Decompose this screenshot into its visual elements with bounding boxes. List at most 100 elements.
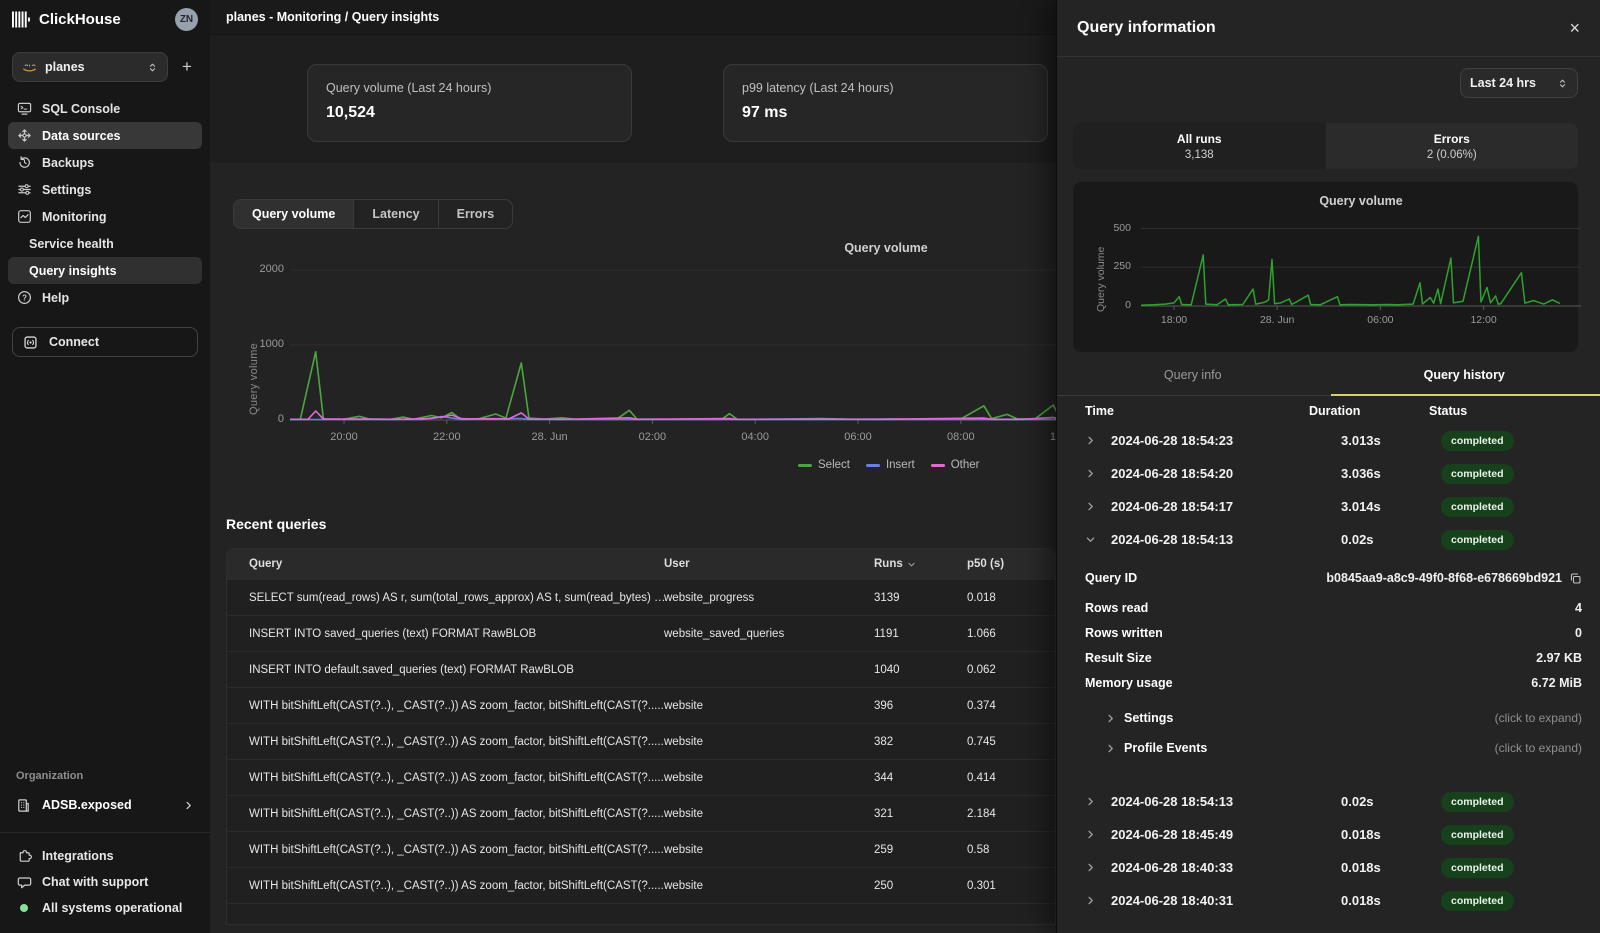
table-row[interactable]: WITH bitShiftLeft(CAST(?..), _CAST(?..))…: [227, 867, 1055, 903]
history-time: 2024-06-28 18:54:23: [1111, 433, 1341, 448]
footer-item-label: Integrations: [42, 849, 114, 863]
footer-item-chat-with-support[interactable]: Chat with support: [0, 869, 210, 895]
tab-latency[interactable]: Latency: [353, 200, 437, 228]
legend-swatch: [798, 464, 812, 467]
legend-item-insert[interactable]: Insert: [866, 459, 915, 471]
history-row[interactable]: 2024-06-28 18:40:330.018scompleted: [1057, 851, 1600, 884]
chevron-right-icon: [1105, 743, 1116, 754]
stat-value: 10,524: [326, 104, 613, 122]
col-duration: Duration: [1309, 404, 1429, 418]
history-time: 2024-06-28 18:40:33: [1111, 860, 1341, 875]
sidebar-item-sql-console[interactable]: SQL Console: [8, 95, 202, 122]
detail-field-result-size: Result Size2.97 KB: [1057, 645, 1600, 670]
table-row[interactable]: WITH bitShiftLeft(CAST(?..), _CAST(?..))…: [227, 795, 1055, 831]
add-service-button[interactable]: +: [176, 57, 198, 77]
history-duration: 0.018s: [1341, 827, 1441, 842]
chevron-right-icon: [1085, 796, 1111, 807]
sidebar-item-monitoring[interactable]: Monitoring: [8, 203, 202, 230]
sidebar-item-settings[interactable]: Settings: [8, 176, 202, 203]
copy-icon[interactable]: [1569, 572, 1582, 585]
chevron-right-icon: [1085, 862, 1111, 873]
history-row[interactable]: 2024-06-28 18:54:130.02scompleted: [1057, 523, 1600, 556]
detail-label: Result Size: [1085, 651, 1152, 665]
table-row[interactable]: WITH bitShiftLeft(CAST(?..), _CAST(?..))…: [227, 759, 1055, 795]
x-tick-label: 18:00: [1144, 314, 1204, 326]
col-p50[interactable]: p50 (s): [967, 558, 1055, 570]
expandable-profile-events[interactable]: Profile Events(click to expand): [1057, 733, 1600, 763]
sidebar-item-label: Settings: [42, 183, 91, 197]
sidebar-item-data-sources[interactable]: Data sources: [8, 122, 202, 149]
table-row[interactable]: WITH bitShiftLeft(CAST(?..), _CAST(?..))…: [227, 723, 1055, 759]
cell-runs: 1040: [874, 664, 967, 676]
history-row[interactable]: 2024-06-28 18:54:130.02scompleted: [1057, 785, 1600, 818]
legend-item-other[interactable]: Other: [931, 459, 980, 471]
sidebar: ClickHouse ZN planes + SQL ConsoleData: [0, 0, 210, 933]
history-status-cell: completed: [1441, 464, 1600, 484]
sidebar-item-query-insights[interactable]: Query insights: [8, 257, 202, 284]
history-time: 2024-06-28 18:54:13: [1111, 794, 1341, 809]
range-selector-value: Last 24 hrs: [1470, 76, 1551, 90]
sql-console-icon: [16, 101, 32, 116]
connect-button[interactable]: Connect: [12, 327, 198, 357]
tab-query-info[interactable]: Query info: [1057, 368, 1329, 395]
toggle-errors[interactable]: Errors 2 (0.06%): [1326, 123, 1579, 169]
organization-item[interactable]: ADSB.exposed: [0, 792, 210, 818]
x-tick-label: 02:00: [622, 431, 682, 443]
table-row[interactable]: INSERT INTO saved_queries (text) FORMAT …: [227, 615, 1055, 651]
history-row[interactable]: 2024-06-28 18:54:203.036scompleted: [1057, 457, 1600, 490]
col-query[interactable]: Query: [249, 558, 664, 570]
tab-errors[interactable]: Errors: [438, 200, 513, 228]
query-id-row: Query ID b0845aa9-a8c9-49f0-8f68-e678669…: [1057, 564, 1600, 592]
tab-query-volume[interactable]: Query volume: [234, 200, 353, 228]
col-runs[interactable]: Runs: [874, 558, 967, 570]
range-selector-dropdown[interactable]: Last 24 hrs: [1460, 68, 1578, 98]
footer-item-integrations[interactable]: Integrations: [0, 843, 210, 869]
history-row[interactable]: 2024-06-28 18:45:490.018scompleted: [1057, 818, 1600, 851]
history-status-cell: completed: [1441, 825, 1600, 845]
all-runs-value: 3,138: [1185, 149, 1214, 161]
x-tick-label: 06:00: [1350, 314, 1410, 326]
close-icon[interactable]: ×: [1569, 19, 1580, 37]
cell-user: website_saved_queries: [664, 628, 874, 640]
toggle-all-runs[interactable]: All runs 3,138: [1073, 123, 1326, 169]
sidebar-item-backups[interactable]: Backups: [8, 149, 202, 176]
cell-runs: 396: [874, 700, 967, 712]
history-row[interactable]: 2024-06-28 18:54:233.013scompleted: [1057, 424, 1600, 457]
history-row[interactable]: 2024-06-28 18:40:310.018scompleted: [1057, 884, 1600, 917]
connect-label: Connect: [49, 335, 99, 349]
sidebar-item-help[interactable]: ?Help: [8, 284, 202, 311]
cell-p50: 0.062: [967, 664, 1055, 676]
cell-query: WITH bitShiftLeft(CAST(?..), _CAST(?..))…: [249, 808, 664, 820]
cell-runs: 382: [874, 736, 967, 748]
data-sources-icon: [16, 128, 32, 143]
table-row[interactable]: WITH bitShiftLeft(CAST(?..), _CAST(?..))…: [227, 831, 1055, 867]
detail-value: 6.72 MiB: [1173, 676, 1582, 690]
sidebar-footer: Integrations Chat with supportAll systems…: [0, 843, 210, 933]
svg-text:?: ?: [22, 293, 27, 302]
user-avatar[interactable]: ZN: [175, 8, 198, 31]
legend-swatch: [931, 464, 945, 467]
chevron-updown-icon: [1557, 77, 1568, 90]
sidebar-item-service-health[interactable]: Service health: [8, 230, 202, 257]
mini-chart-title: Query volume: [1141, 194, 1581, 208]
cell-runs: 1191: [874, 628, 967, 640]
y-tick-label: 0: [1087, 299, 1131, 311]
history-row[interactable]: 2024-06-28 18:54:173.014scompleted: [1057, 490, 1600, 523]
stat-label: p99 latency (Last 24 hours): [742, 81, 1029, 95]
footer-item-all-systems-operational[interactable]: All systems operational: [0, 895, 210, 921]
service-select[interactable]: planes: [12, 52, 168, 82]
table-row[interactable]: INSERT INTO default.saved_queries (text)…: [227, 651, 1055, 687]
tab-query-history[interactable]: Query history: [1329, 368, 1600, 395]
table-row[interactable]: SELECT sum(read_rows) AS r, sum(total_ro…: [227, 579, 1055, 615]
cell-query: SELECT sum(read_rows) AS r, sum(total_ro…: [249, 592, 664, 604]
table-row[interactable]: WITH bitShiftLeft(CAST(?..), _CAST(?..))…: [227, 687, 1055, 723]
cell-runs: 250: [874, 880, 967, 892]
stat-card-p99-latency: p99 latency (Last 24 hours) 97 ms: [723, 64, 1048, 142]
x-tick-label: 06:00: [828, 431, 888, 443]
col-user[interactable]: User: [664, 558, 874, 570]
cell-query: WITH bitShiftLeft(CAST(?..), _CAST(?..))…: [249, 844, 664, 856]
legend-item-select[interactable]: Select: [798, 459, 850, 471]
y-tick-label: 500: [1087, 222, 1131, 234]
active-tab-underline: [1331, 394, 1600, 396]
expandable-settings[interactable]: Settings(click to expand): [1057, 703, 1600, 733]
